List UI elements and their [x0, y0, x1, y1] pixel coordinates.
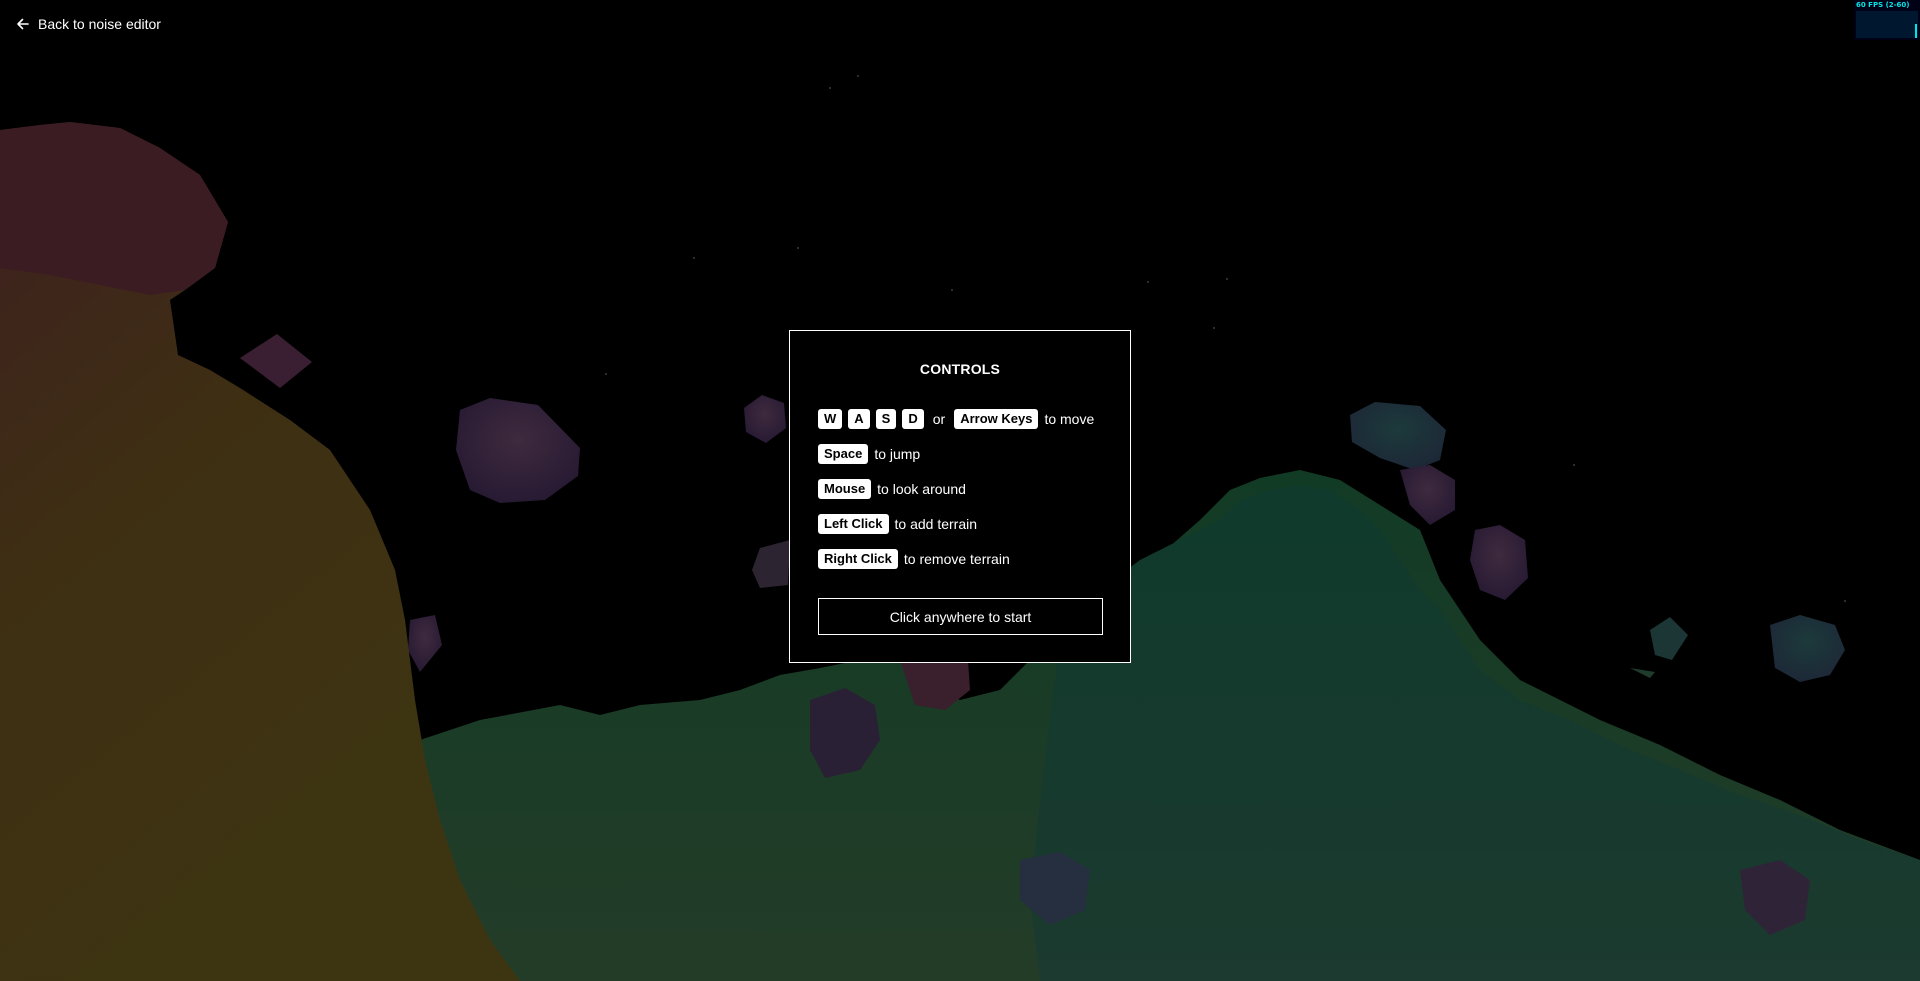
- rock: [408, 615, 442, 672]
- look-action: to look around: [877, 481, 966, 497]
- controls-title: CONTROLS: [919, 361, 1001, 377]
- fps-graph: [1856, 11, 1918, 38]
- control-row-look: Mouse to look around: [818, 478, 966, 500]
- rock: [240, 334, 312, 388]
- fps-graph-bar: [1915, 24, 1917, 38]
- key-s: S: [875, 409, 897, 429]
- jump-action: to jump: [874, 446, 921, 462]
- remove-action: to remove terrain: [903, 551, 1010, 567]
- rock: [1400, 465, 1455, 525]
- rock: [1470, 525, 1528, 600]
- key-right-click: Right Click: [818, 549, 898, 569]
- or-separator: or: [932, 411, 946, 427]
- move-action: to move: [1044, 411, 1095, 427]
- key-w: W: [818, 409, 843, 429]
- key-arrow-keys: Arrow Keys: [954, 409, 1039, 429]
- rock: [1630, 668, 1655, 678]
- back-to-editor-link[interactable]: Back to noise editor: [16, 14, 161, 34]
- arrow-left-icon: [17, 18, 29, 30]
- key-mouse: Mouse: [818, 479, 872, 499]
- key-left-click: Left Click: [818, 514, 889, 534]
- terrain-left-cap: [0, 122, 228, 295]
- rock: [744, 395, 786, 443]
- rock: [1350, 402, 1446, 470]
- add-action: to add terrain: [894, 516, 978, 532]
- back-link-label: Back to noise editor: [38, 16, 161, 32]
- control-row-add: Left Click to add terrain: [818, 513, 977, 535]
- rock: [1770, 615, 1845, 682]
- controls-dialog[interactable]: CONTROLS W A S D or Arrow Keys to move S…: [789, 330, 1131, 663]
- control-row-move: W A S D or Arrow Keys to move: [818, 408, 1094, 430]
- rock: [752, 540, 790, 588]
- control-row-jump: Space to jump: [818, 443, 920, 465]
- key-a: A: [848, 409, 870, 429]
- start-button[interactable]: Click anywhere to start: [818, 598, 1103, 635]
- fps-stats-panel[interactable]: 60 FPS (2-60): [1854, 0, 1920, 40]
- key-space: Space: [818, 444, 869, 464]
- rock: [1650, 617, 1688, 660]
- control-row-remove: Right Click to remove terrain: [818, 548, 1010, 570]
- key-d: D: [902, 409, 924, 429]
- fps-readout: 60 FPS (2-60): [1856, 1, 1910, 9]
- rock: [456, 398, 580, 503]
